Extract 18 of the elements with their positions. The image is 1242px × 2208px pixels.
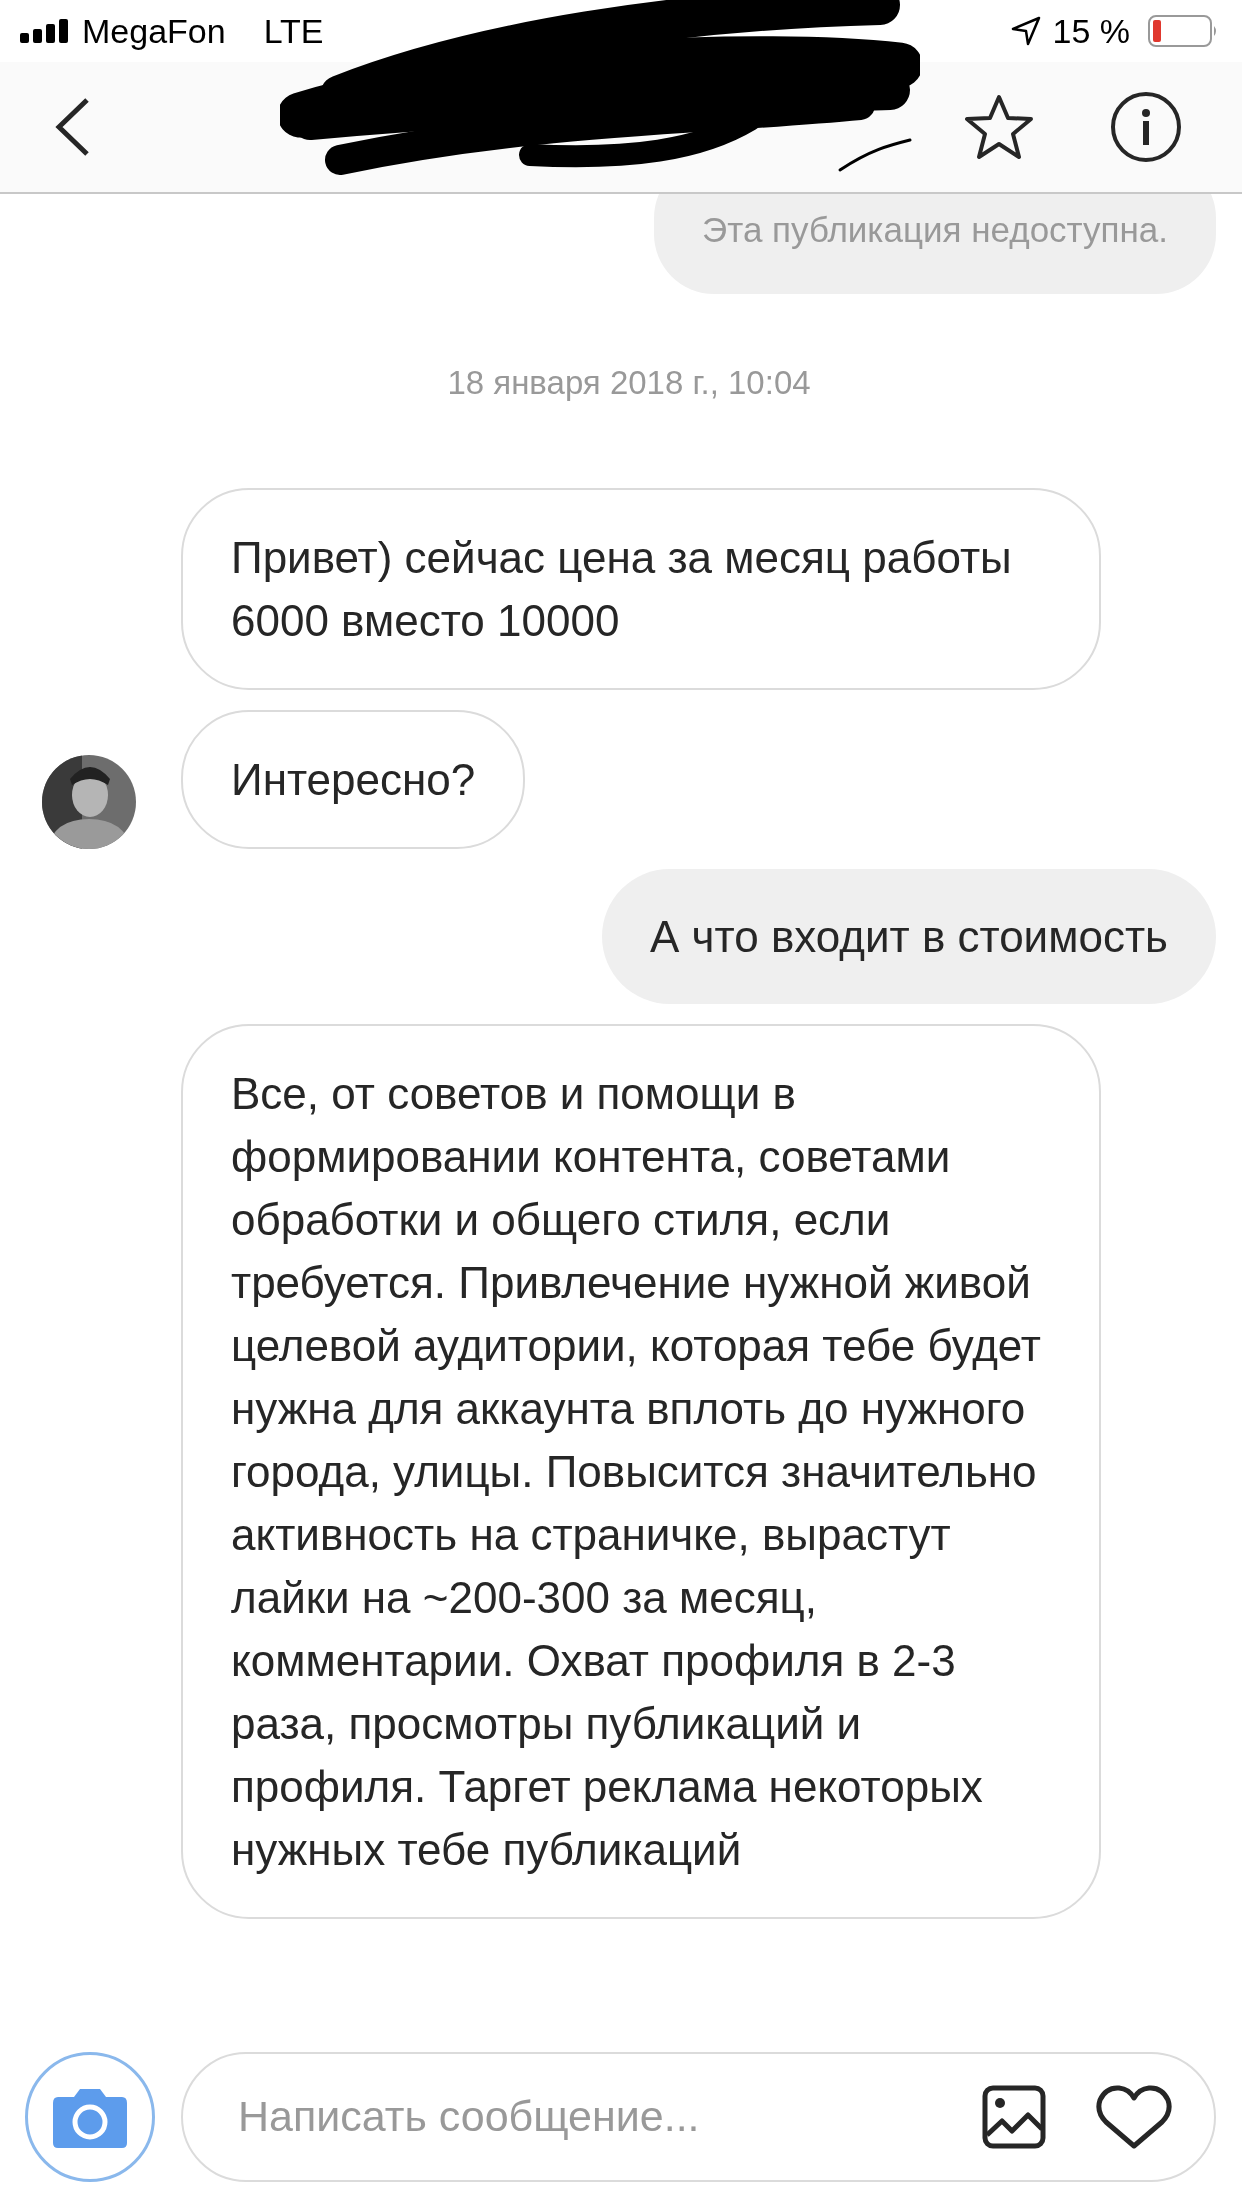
message-bubble: Интересно? [181, 710, 526, 849]
message-bubble: А что входит в стоимость [602, 869, 1216, 1004]
back-icon[interactable] [55, 97, 91, 157]
info-icon[interactable] [1110, 91, 1182, 163]
network-type: LTE [263, 11, 324, 51]
signal-icon [20, 19, 70, 43]
heart-icon[interactable] [1096, 2083, 1172, 2150]
timestamp: 18 января 2018 г., 10:04 [447, 364, 811, 401]
battery-icon [1148, 15, 1218, 47]
message-bubble: Все, от советов и помощи в формировании контента, советами обработки и общего стиля, если требуется. Привлечение нужной живой целевой аудитории, которая тебе будет нужна для аккаунта вплоть до нужного города, улицы. Повысится значительно активность на страничке, вырастут лайки на ~200-300 за месяц, комментарии. Охват профиля в 2-3 раза, просмотры публикаций и профиля. Таргет реклама некоторых нужных тебе публикаций [181, 1024, 1101, 1919]
unavailable-post-bubble: Эта публикация недоступна. [654, 194, 1216, 294]
carrier-name: MegaFon [82, 11, 226, 51]
image-icon[interactable] [982, 2084, 1046, 2149]
battery-percent: 15 % [1052, 11, 1130, 51]
message-field[interactable]: Написать сообщение... [181, 2051, 1216, 2182]
message-bubble: Привет) сейчас цена за месяц работы 6000 вместо 10000 [181, 488, 1101, 690]
star-icon[interactable] [964, 94, 1034, 160]
location-arrow-icon [1010, 16, 1041, 46]
